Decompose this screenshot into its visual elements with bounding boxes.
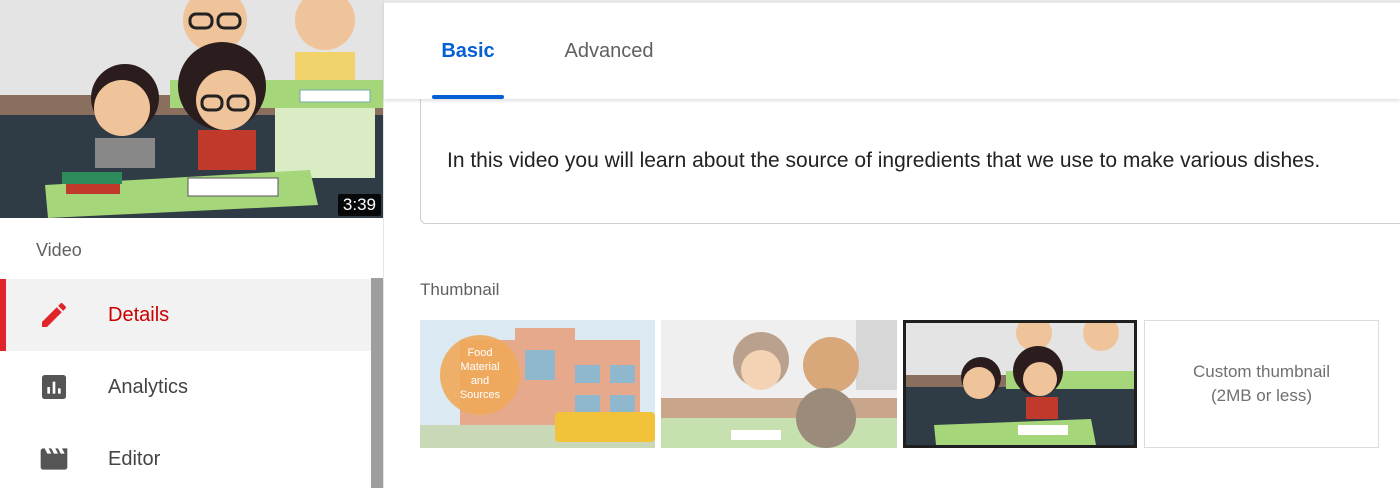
thumbnail-label: Thumbnail — [420, 280, 500, 299]
sidebar-item-label: Analytics — [108, 375, 189, 398]
app: 3:39 Video Details Analytics Editor Basi… — [0, 0, 1400, 488]
tab-bar: Basic Advanced — [384, 0, 1400, 99]
sidebar: 3:39 Video Details Analytics Editor — [0, 0, 384, 488]
sidebar-item-editor[interactable]: Editor — [0, 423, 371, 488]
custom-thumbnail-size-note: (2MB or less) — [1210, 386, 1313, 405]
tab-advanced[interactable]: Advanced — [556, 3, 662, 99]
classroom-kids-illustration — [661, 320, 897, 448]
thumbnail-caption-line: Material — [460, 361, 499, 373]
thumbnail-caption-line: Sources — [460, 389, 501, 401]
custom-thumbnail-label: Custom thumbnail — [1192, 362, 1330, 381]
pencil-icon — [42, 302, 67, 327]
sidebar-item-label: Details — [108, 303, 170, 326]
thumbnail-caption-line: and — [471, 375, 489, 387]
classroom-illustration — [0, 0, 383, 218]
sidebar-item-details[interactable]: Details — [0, 279, 371, 351]
sidebar-item-analytics[interactable]: Analytics — [0, 351, 371, 423]
thumbnail-option-3[interactable] — [903, 320, 1137, 448]
bar-chart-icon — [42, 375, 66, 399]
thumbnail-caption-line: Food — [467, 347, 492, 359]
tab-basic[interactable]: Basic — [432, 3, 504, 99]
custom-thumbnail-upload[interactable]: Custom thumbnail (2MB or less) — [1144, 320, 1379, 448]
thumbnail-option-1[interactable]: Food Material and Sources — [420, 320, 655, 448]
sidebar-item-label: Editor — [108, 447, 161, 470]
thumbnail-option-2[interactable] — [661, 320, 897, 448]
clapperboard-icon — [40, 448, 68, 470]
description-text: In this video you will learn about the s… — [447, 149, 1321, 172]
classroom-illustration — [906, 323, 1134, 445]
section-label: Video — [36, 240, 82, 260]
sidebar-scrollbar[interactable] — [371, 278, 383, 488]
video-duration: 3:39 — [337, 194, 381, 216]
main-content: Basic Advanced In this video you will le… — [384, 0, 1400, 488]
school-illustration: Food Material and Sources — [420, 320, 655, 448]
video-preview[interactable]: 3:39 — [0, 0, 383, 218]
